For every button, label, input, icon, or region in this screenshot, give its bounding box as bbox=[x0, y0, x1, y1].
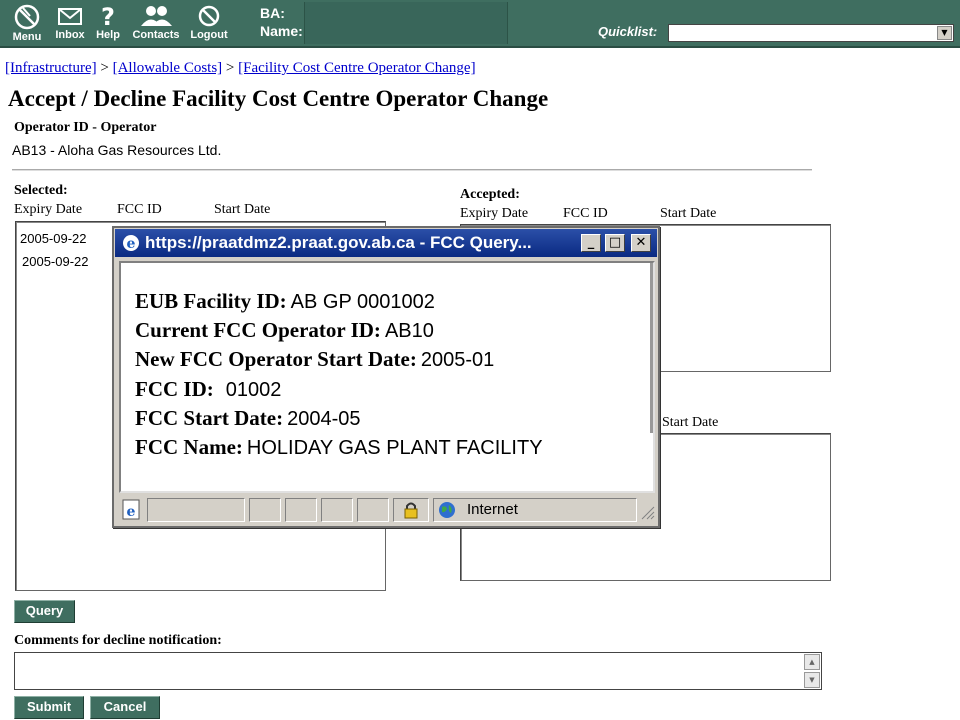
operator-label: Operator ID - Operator bbox=[14, 120, 157, 135]
accepted-col-expiry: Expiry Date bbox=[460, 206, 529, 221]
nav-logout-button[interactable]: Logout bbox=[187, 4, 231, 44]
field-value: AB10 bbox=[384, 320, 434, 342]
nav-menu-label: Menu bbox=[12, 31, 42, 43]
status-cell bbox=[321, 498, 353, 522]
quicklist-select[interactable]: ▼ bbox=[668, 24, 954, 42]
accepted-label: Accepted: bbox=[460, 187, 520, 202]
top-nav-bar: Menu Inbox ? Help Contacts Logout BA: Na… bbox=[0, 0, 960, 48]
breadcrumb: [Infrastructure] > [Allowable Costs] > [… bbox=[5, 60, 476, 77]
query-button[interactable]: Query bbox=[14, 600, 75, 623]
nav-inbox-button[interactable]: Inbox bbox=[52, 4, 88, 44]
popup-title: https://praatdmz2.praat.gov.ab.ca - FCC … bbox=[145, 233, 532, 252]
popup-field-current-operator: Current FCC Operator ID: AB10 bbox=[135, 318, 434, 343]
people-icon bbox=[141, 6, 172, 26]
fcc-query-popup-window[interactable]: e https://praatdmz2.praat.gov.ab.ca - FC… bbox=[112, 226, 660, 528]
popup-field-facility-id: EUB Facility ID: AB GP 0001002 bbox=[135, 289, 435, 314]
field-value: 2004-05 bbox=[287, 408, 361, 430]
nav-menu-button[interactable]: Menu bbox=[8, 4, 46, 44]
selected-col-start: Start Date bbox=[214, 202, 271, 217]
list-item[interactable]: 2005-09-22 bbox=[20, 231, 87, 246]
status-cell bbox=[249, 498, 281, 522]
list-item[interactable]: 2005-09-22 bbox=[22, 254, 89, 269]
lock-status-cell bbox=[393, 498, 429, 522]
comments-textarea[interactable]: ▲ ▼ bbox=[14, 652, 822, 690]
nav-contacts-label: Contacts bbox=[132, 29, 180, 41]
minimize-icon[interactable]: _ bbox=[581, 234, 601, 252]
breadcrumb-allowable-costs[interactable]: [Allowable Costs] bbox=[113, 60, 223, 76]
page-title: Accept / Decline Facility Cost Centre Op… bbox=[8, 86, 549, 111]
scroll-down-icon[interactable]: ▼ bbox=[804, 672, 820, 688]
selected-col-expiry: Expiry Date bbox=[14, 202, 83, 217]
question-icon: ? bbox=[101, 4, 115, 28]
breadcrumb-separator: > bbox=[100, 60, 109, 76]
quicklist-label: Quicklist: bbox=[598, 24, 658, 39]
field-label: FCC Name: bbox=[135, 435, 243, 459]
name-label: Name: bbox=[260, 23, 303, 39]
ba-info-box bbox=[304, 2, 508, 44]
resize-grip-icon[interactable] bbox=[639, 504, 655, 520]
selected-label: Selected: bbox=[14, 183, 68, 198]
field-value: AB GP 0001002 bbox=[290, 291, 435, 313]
field-value: HOLIDAY GAS PLANT FACILITY bbox=[246, 437, 543, 459]
field-label: EUB Facility ID: bbox=[135, 289, 287, 313]
comments-label: Comments for decline notification: bbox=[14, 633, 222, 648]
svg-text:e: e bbox=[127, 504, 136, 520]
field-label: FCC Start Date: bbox=[135, 406, 284, 430]
dropdown-arrow-icon[interactable]: ▼ bbox=[937, 26, 952, 40]
operator-value: AB13 - Aloha Gas Resources Ltd. bbox=[12, 142, 222, 158]
popup-field-fcc-id: FCC ID: 01002 bbox=[135, 377, 281, 402]
status-zone-text: Internet bbox=[467, 501, 518, 518]
second-col-start: Start Date bbox=[662, 415, 719, 430]
svg-text:?: ? bbox=[101, 4, 115, 28]
submit-button[interactable]: Submit bbox=[14, 696, 84, 719]
breadcrumb-infrastructure[interactable]: [Infrastructure] bbox=[5, 60, 97, 76]
selected-col-fcc-id: FCC ID bbox=[117, 202, 162, 217]
popup-field-fcc-name: FCC Name: HOLIDAY GAS PLANT FACILITY bbox=[135, 435, 543, 460]
zone-status-cell bbox=[433, 498, 637, 522]
globe-icon bbox=[439, 502, 455, 518]
field-value: 01002 bbox=[225, 379, 282, 401]
svg-text:e: e bbox=[127, 236, 136, 252]
maximize-icon[interactable]: □ bbox=[605, 234, 625, 252]
status-cell bbox=[357, 498, 389, 522]
nav-inbox-label: Inbox bbox=[55, 29, 85, 41]
popup-scrollbar[interactable] bbox=[650, 263, 653, 433]
logout-icon bbox=[198, 5, 220, 27]
popup-field-fcc-start-date: FCC Start Date: 2004-05 bbox=[135, 406, 361, 431]
breadcrumb-fcc-operator-change[interactable]: [Facility Cost Centre Operator Change] bbox=[238, 60, 475, 76]
page-icon: e bbox=[122, 499, 140, 520]
breadcrumb-separator: > bbox=[225, 60, 235, 76]
menu-icon bbox=[14, 4, 40, 30]
envelope-icon bbox=[58, 8, 82, 25]
field-value: 2005-01 bbox=[420, 349, 495, 371]
status-cell bbox=[147, 498, 245, 522]
popup-field-new-start-date: New FCC Operator Start Date: 2005-01 bbox=[135, 347, 494, 372]
accepted-col-fcc-id: FCC ID bbox=[563, 206, 608, 221]
status-cell bbox=[285, 498, 317, 522]
ie-icon: e bbox=[123, 235, 139, 252]
field-label: New FCC Operator Start Date: bbox=[135, 347, 417, 371]
field-label: FCC ID: bbox=[135, 377, 214, 401]
cancel-button[interactable]: Cancel bbox=[90, 696, 160, 719]
scroll-up-icon[interactable]: ▲ bbox=[804, 654, 820, 670]
accepted-col-start: Start Date bbox=[660, 206, 717, 221]
nav-contacts-button[interactable]: Contacts bbox=[128, 4, 184, 44]
nav-logout-label: Logout bbox=[190, 29, 228, 41]
lock-icon bbox=[404, 502, 418, 519]
popup-titlebar[interactable]: e https://praatdmz2.praat.gov.ab.ca - FC… bbox=[115, 229, 657, 257]
popup-content: EUB Facility ID: AB GP 0001002 Current F… bbox=[119, 261, 655, 493]
nav-help-button[interactable]: ? Help bbox=[92, 4, 124, 44]
nav-help-label: Help bbox=[96, 29, 120, 41]
ba-label: BA: bbox=[260, 5, 285, 21]
close-icon[interactable]: ✕ bbox=[631, 234, 651, 252]
popup-status-bar: e Internet bbox=[117, 496, 657, 524]
section-divider bbox=[12, 169, 812, 171]
field-label: Current FCC Operator ID: bbox=[135, 318, 381, 342]
